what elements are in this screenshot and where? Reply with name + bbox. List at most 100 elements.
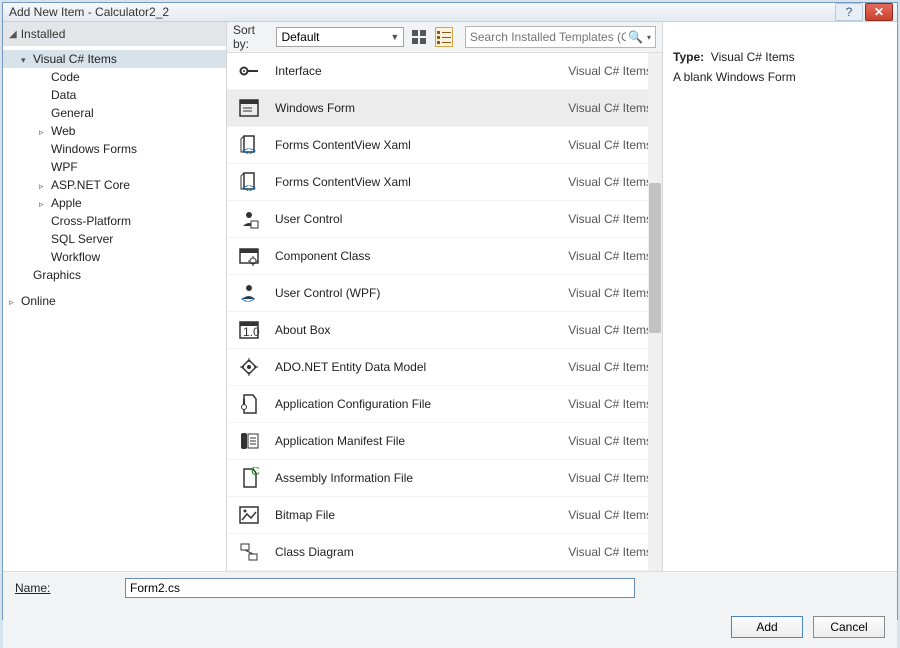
template-row[interactable]: ADO.NET Entity Data ModelVisual C# Items (227, 349, 662, 386)
template-name: Bitmap File (275, 508, 532, 522)
template-name: Interface (275, 64, 532, 78)
template-name: Forms ContentView Xaml (275, 175, 532, 189)
main-area: ◢ Installed ▾Visual C# ItemsCodeDataGene… (3, 22, 897, 571)
help-button[interactable]: ? (835, 3, 863, 21)
template-language: Visual C# Items (532, 286, 652, 300)
manifest-icon (237, 429, 261, 453)
tree-item-label: Apple (51, 196, 82, 210)
sort-label: Sort by: (233, 23, 270, 51)
template-name: Forms ContentView Xaml (275, 138, 532, 152)
name-row: Name: (15, 578, 885, 598)
template-row[interactable]: <>Forms ContentView XamlVisual C# Items (227, 127, 662, 164)
template-list[interactable]: InterfaceVisual C# ItemsWindows FormVisu… (227, 52, 662, 571)
expander-icon: ▹ (39, 127, 49, 138)
dialog-window: Add New Item - Calculator2_2 ? ✕ ◢ Insta… (2, 2, 898, 620)
dialog-body: ◢ Installed ▾Visual C# ItemsCodeDataGene… (3, 22, 897, 648)
center-panel: Sort by: Default ▼ 🔍 ▾ (227, 22, 662, 571)
titlebar: Add New Item - Calculator2_2 ? ✕ (3, 3, 897, 22)
footer: Name: Add Cancel (3, 571, 897, 648)
usercontrol-icon (237, 207, 261, 231)
ado-icon (237, 355, 261, 379)
template-name: User Control (275, 212, 532, 226)
template-language: Visual C# Items (532, 249, 652, 263)
template-name: Class Diagram (275, 545, 532, 559)
scrollbar[interactable] (648, 53, 662, 571)
template-row[interactable]: Application Manifest FileVisual C# Items (227, 423, 662, 460)
template-row[interactable]: <> Forms ContentView XamlVisual C# Items (227, 164, 662, 201)
left-panel: ◢ Installed ▾Visual C# ItemsCodeDataGene… (3, 22, 227, 571)
template-language: Visual C# Items (532, 175, 652, 189)
type-value: Visual C# Items (711, 50, 795, 64)
left-header[interactable]: ◢ Installed (3, 22, 226, 46)
tree-item[interactable]: Graphics (3, 266, 226, 284)
classdiag-icon (237, 540, 261, 564)
svg-text:<>: <> (242, 181, 256, 193)
svg-text:<>: <> (241, 292, 255, 304)
name-input[interactable] (125, 578, 635, 598)
list-icon (437, 30, 451, 44)
tree-item[interactable]: ▹Online (3, 292, 226, 310)
template-row[interactable]: Class DiagramVisual C# Items (227, 534, 662, 571)
tree-item[interactable]: ▹Web (3, 122, 226, 140)
component-icon (237, 244, 261, 268)
view-list-button[interactable] (435, 27, 453, 47)
template-row[interactable]: 1.0About BoxVisual C# Items (227, 312, 662, 349)
name-label: Name: (15, 581, 125, 595)
sort-dropdown[interactable]: Default ▼ (276, 27, 404, 47)
template-language: Visual C# Items (532, 64, 652, 78)
expander-icon: ▹ (39, 199, 49, 210)
window-title: Add New Item - Calculator2_2 (7, 5, 833, 19)
tree-item[interactable]: Cross-Platform (3, 212, 226, 230)
search-box[interactable]: 🔍 ▾ (465, 26, 656, 48)
tree-item-label: Windows Forms (51, 142, 137, 156)
tree-item-label: ASP.NET Core (51, 178, 130, 192)
tree-item[interactable]: Windows Forms (3, 140, 226, 158)
tree-item-label: Data (51, 88, 76, 102)
tree-item-label: Workflow (51, 250, 100, 264)
template-name: ADO.NET Entity Data Model (275, 360, 532, 374)
tree-item[interactable]: Code (3, 68, 226, 86)
tree-item[interactable]: ▾Visual C# Items (3, 50, 226, 68)
tree-item[interactable]: SQL Server (3, 230, 226, 248)
template-row[interactable]: Application Configuration FileVisual C# … (227, 386, 662, 423)
template-name: Application Configuration File (275, 397, 532, 411)
template-row[interactable]: User ControlVisual C# Items (227, 201, 662, 238)
template-row[interactable]: Component ClassVisual C# Items (227, 238, 662, 275)
svg-text:C#: C# (251, 467, 260, 478)
template-row[interactable]: InterfaceVisual C# Items (227, 53, 662, 90)
template-description: A blank Windows Form (673, 70, 887, 84)
template-row[interactable]: <>User Control (WPF)Visual C# Items (227, 275, 662, 312)
config-icon (237, 392, 261, 416)
template-name: Component Class (275, 249, 532, 263)
tree-item[interactable]: Workflow (3, 248, 226, 266)
close-button[interactable]: ✕ (865, 3, 893, 21)
search-input[interactable] (470, 30, 626, 44)
tree-item[interactable]: ▹Apple (3, 194, 226, 212)
tree-item[interactable]: General (3, 104, 226, 122)
scrollbar-thumb[interactable] (649, 183, 661, 333)
interface-icon (237, 59, 261, 83)
add-button[interactable]: Add (731, 616, 803, 638)
expander-icon: ▾ (21, 55, 31, 66)
toolbar: Sort by: Default ▼ 🔍 ▾ (227, 22, 662, 52)
tiles-icon (412, 30, 426, 44)
view-tiles-button[interactable] (410, 27, 428, 47)
template-language: Visual C# Items (532, 101, 652, 115)
tree-item-label: Visual C# Items (33, 52, 117, 66)
tree-item-label: General (51, 106, 94, 120)
tree-item-label: Web (51, 124, 75, 138)
template-row[interactable]: Windows FormVisual C# Items (227, 90, 662, 127)
template-name: About Box (275, 323, 532, 337)
svg-text:<>: <> (242, 144, 256, 156)
expander-icon: ▹ (39, 181, 49, 192)
chevron-down-icon: ▾ (647, 33, 651, 42)
tree-item-label: Online (21, 294, 56, 308)
tree-item[interactable]: ▹ASP.NET Core (3, 176, 226, 194)
cancel-button[interactable]: Cancel (813, 616, 885, 638)
tree-item[interactable]: WPF (3, 158, 226, 176)
template-row[interactable]: Bitmap FileVisual C# Items (227, 497, 662, 534)
tree-item[interactable]: Data (3, 86, 226, 104)
template-name: Windows Form (275, 101, 532, 115)
svg-text:1.0: 1.0 (243, 325, 260, 339)
template-row[interactable]: C#Assembly Information FileVisual C# Ite… (227, 460, 662, 497)
